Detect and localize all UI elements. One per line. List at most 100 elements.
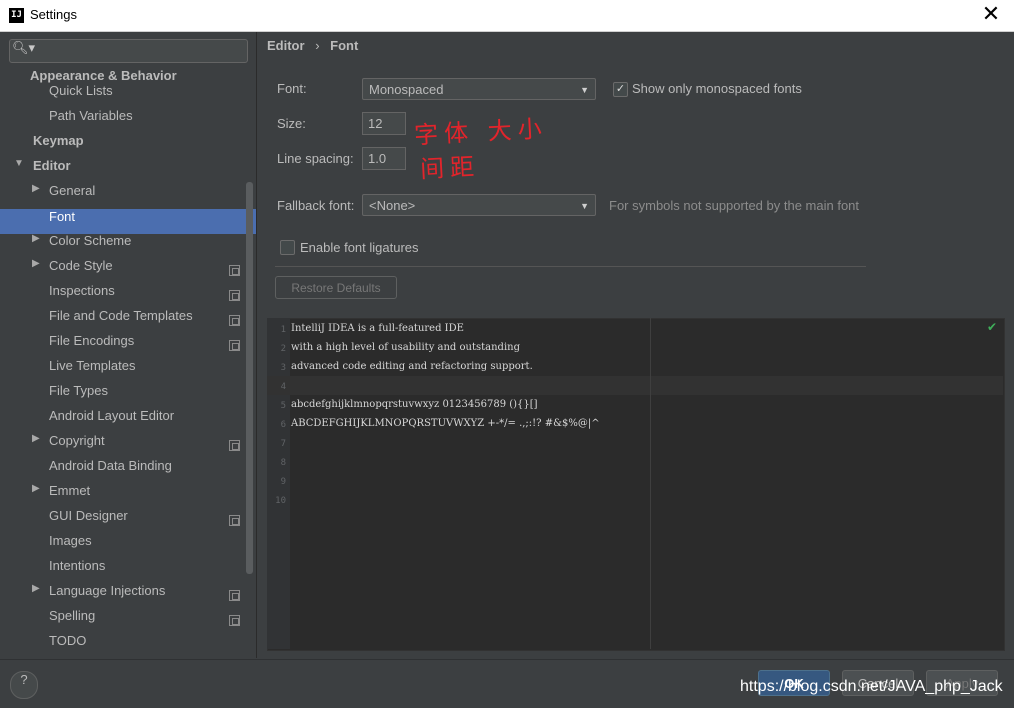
sidebar-item-file-encodings[interactable]: File Encodings <box>0 333 256 358</box>
sidebar-item-quick-lists[interactable]: Quick Lists <box>0 83 256 108</box>
sidebar-item-color-scheme[interactable]: ▶ Color Scheme <box>0 233 256 258</box>
sidebar-item-general[interactable]: ▶ General <box>0 183 256 208</box>
sidebar-item-label: Path Variables <box>49 108 133 123</box>
font-select[interactable]: Monospaced ▼ <box>362 78 596 100</box>
sidebar-item-label: TODO <box>49 633 87 648</box>
help-button[interactable]: ? <box>10 671 38 699</box>
sidebar-item-code-style[interactable]: ▶ Code Style <box>0 258 256 283</box>
watermark-url: https://blog.csdn.net/JAVA_php_Jack <box>740 678 1003 695</box>
sidebar-scrollbar[interactable] <box>246 182 253 574</box>
handwritten-note-spacing: 间距 <box>419 152 481 184</box>
chevron-right-icon[interactable]: ▶ <box>32 433 40 444</box>
sidebar-item-label: Appearance & Behavior <box>30 68 177 83</box>
sidebar-item-font[interactable]: Font <box>0 209 256 234</box>
sidebar-item-label: Keymap <box>33 133 84 148</box>
line-number: 9 <box>280 477 286 487</box>
sidebar-item-copyright[interactable]: ▶ Copyright <box>0 433 256 458</box>
sidebar-item-label: General <box>49 183 96 198</box>
line-spacing-label: Line spacing: <box>277 151 354 166</box>
sidebar-item-android-data-binding[interactable]: Android Data Binding <box>0 458 256 483</box>
title-bar <box>0 0 1014 32</box>
project-settings-icon <box>229 615 240 626</box>
current-line-highlight <box>267 376 1003 395</box>
sidebar-item-inspections[interactable]: Inspections <box>0 283 256 308</box>
sidebar-item-label: File Types <box>49 383 109 398</box>
project-settings-icon <box>229 440 240 451</box>
preview-line: advanced code editing and refactoring su… <box>291 361 533 372</box>
sidebar-item-label: Font <box>49 209 76 224</box>
fallback-font-label: Fallback font: <box>277 198 355 213</box>
close-icon[interactable]: ✕ <box>978 2 1004 27</box>
sidebar-item-android-layout-editor[interactable]: Android Layout Editor <box>0 408 256 433</box>
show-monospaced-checkbox[interactable]: ✓ <box>613 82 628 97</box>
sidebar-item-label: File and Code Templates <box>49 308 193 323</box>
line-number: 4 <box>280 382 286 392</box>
section-divider <box>275 266 866 267</box>
sidebar-item-label: File Encodings <box>49 333 135 348</box>
sidebar-item-label: Inspections <box>49 283 115 298</box>
project-settings-icon <box>229 265 240 276</box>
breadcrumb-editor[interactable]: Editor <box>267 38 305 53</box>
sidebar-item-keymap[interactable]: Keymap <box>0 133 256 158</box>
sidebar-item-label: Live Templates <box>49 358 136 373</box>
line-number: 6 <box>280 420 286 430</box>
chevron-down-icon: ▼ <box>580 85 589 95</box>
sidebar-item-intentions[interactable]: Intentions <box>0 558 256 583</box>
sidebar-item-file-types[interactable]: File Types <box>0 383 256 408</box>
settings-search-input[interactable] <box>9 39 248 63</box>
preview-line: IntelliJ IDEA is a full-featured IDE <box>291 323 464 334</box>
breadcrumb: Editor › Font <box>267 38 358 53</box>
font-select-value: Monospaced <box>369 82 444 97</box>
sidebar-item-label: Android Layout Editor <box>49 408 175 423</box>
line-number: 1 <box>280 325 286 335</box>
chevron-down-icon[interactable]: ▼ <box>14 158 24 169</box>
sidebar-item-label: Spelling <box>49 608 96 623</box>
sidebar-item-label: Language Injections <box>49 583 166 598</box>
sidebar-item-language-injections[interactable]: ▶ Language Injections <box>0 583 256 608</box>
sidebar-item-path-variables[interactable]: Path Variables <box>0 108 256 133</box>
line-number: 2 <box>280 344 286 354</box>
sidebar-item-emmet[interactable]: ▶ Emmet <box>0 483 256 508</box>
chevron-right-icon[interactable]: ▶ <box>32 483 40 494</box>
fallback-font-hint: For symbols not supported by the main fo… <box>609 198 860 213</box>
sidebar-item-label: Editor <box>33 158 71 173</box>
line-number: 5 <box>280 401 286 411</box>
intellij-app-icon: IJ <box>9 8 24 23</box>
project-settings-icon <box>229 590 240 601</box>
line-number: 10 <box>275 496 286 506</box>
preview-line: ABCDEFGHIJKLMNOPQRSTUVWXYZ +-*/= .,;:!? … <box>291 418 600 429</box>
fallback-font-value: <None> <box>369 198 416 213</box>
fallback-font-select[interactable]: <None> ▼ <box>362 194 596 216</box>
project-settings-icon <box>229 290 240 301</box>
sidebar-item-todo[interactable]: TODO <box>0 633 256 658</box>
size-input[interactable]: 12 <box>362 112 406 135</box>
sidebar-item-live-templates[interactable]: Live Templates <box>0 358 256 383</box>
sidebar-item-images[interactable]: Images <box>0 533 256 558</box>
font-label: Font: <box>277 81 307 96</box>
sidebar-item-label: Emmet <box>49 483 91 498</box>
ligatures-label: Enable font ligatures <box>300 240 419 255</box>
right-margin-guide <box>650 318 651 649</box>
chevron-right-icon[interactable]: ▶ <box>32 183 40 194</box>
breadcrumb-font: Font <box>330 38 359 53</box>
line-number: 8 <box>280 458 286 468</box>
sidebar-item-editor[interactable]: ▼ Editor <box>0 158 256 183</box>
inspection-ok-icon: ✔ <box>987 320 998 334</box>
line-number: 3 <box>280 363 286 373</box>
sidebar-item-file-code-templates[interactable]: File and Code Templates <box>0 308 256 333</box>
project-settings-icon <box>229 340 240 351</box>
sidebar-item-label: Quick Lists <box>49 83 113 98</box>
ligatures-checkbox[interactable] <box>280 240 295 255</box>
chevron-right-icon[interactable]: ▶ <box>32 258 40 269</box>
project-settings-icon <box>229 315 240 326</box>
chevron-right-icon[interactable]: ▶ <box>32 233 40 244</box>
restore-defaults-button[interactable]: Restore Defaults <box>275 276 397 299</box>
line-number: 7 <box>280 439 286 449</box>
line-spacing-input[interactable]: 1.0 <box>362 147 406 170</box>
sidebar-item-label: GUI Designer <box>49 508 128 523</box>
sidebar-item-label: Color Scheme <box>49 233 132 248</box>
chevron-right-icon[interactable]: ▶ <box>32 583 40 594</box>
sidebar-item-spelling[interactable]: Spelling <box>0 608 256 633</box>
sidebar-item-gui-designer[interactable]: GUI Designer <box>0 508 256 533</box>
chevron-down-icon: ▼ <box>580 201 589 211</box>
